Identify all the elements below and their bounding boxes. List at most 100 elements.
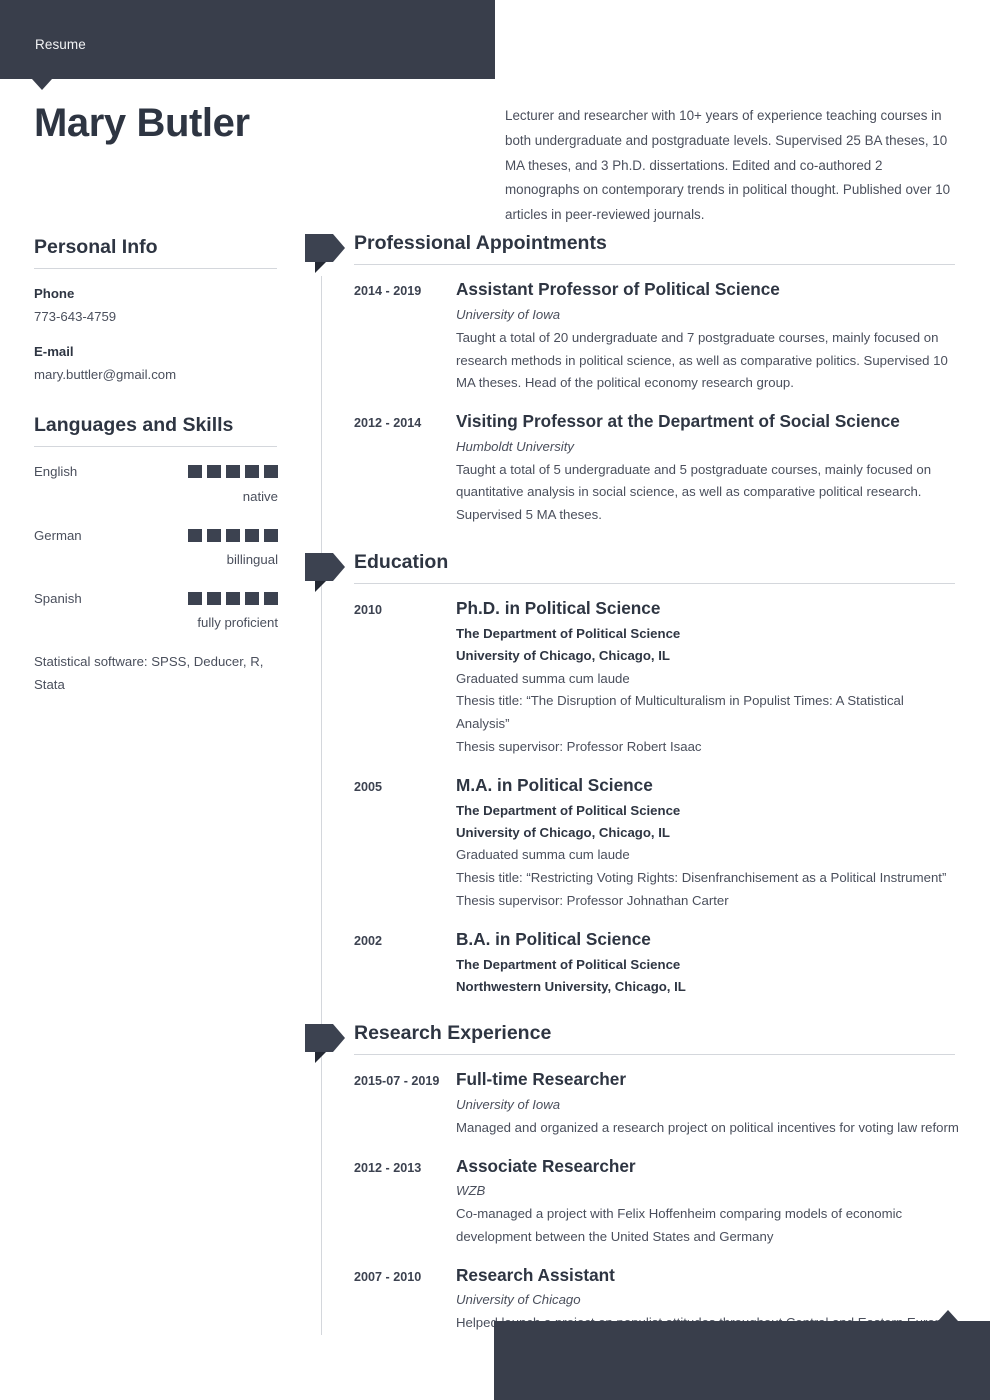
entry-institution: The Department of Political Science: [456, 956, 681, 972]
entry-date: 2005: [354, 779, 383, 794]
entry-body: M.A. in Political Science The Department …: [456, 773, 960, 913]
flag-fold-shape: [315, 262, 326, 273]
rating-square-filled: [245, 465, 259, 479]
rating-square-filled: [226, 591, 240, 605]
entry-description: Thesis title: “Restricting Voting Rights…: [456, 870, 947, 886]
language-level: native: [242, 488, 278, 504]
entry-date: 2014 - 2019: [354, 284, 422, 299]
languages-skills-divider: [34, 446, 277, 448]
flag-point-shape: [333, 234, 345, 262]
languages-skills-section: Languages and Skills English native German…: [34, 412, 278, 696]
entry-body: Associate Researcher WZB Co-managed a proj…: [456, 1154, 960, 1249]
rating-square-filled: [226, 528, 240, 542]
entry-description: Taught a total of 20 undergraduate and 7…: [456, 329, 948, 391]
entry-date: 2007 - 2010: [354, 1269, 422, 1284]
resume-page: Resume Mary Butler Lecturer and research…: [0, 0, 990, 1400]
language-row-top: Spanish: [34, 588, 278, 609]
resume-section: Research Experience 2015-07 - 2019 Full-ti…: [305, 1020, 960, 1335]
entry-body: B.A. in Political Science The Department …: [456, 927, 960, 998]
entry-title: B.A. in Political Science: [456, 928, 651, 949]
software-skills: Statistical software: SPSS, Deducer, R, …: [34, 654, 264, 692]
personal-info-heading: Personal Info: [34, 236, 158, 258]
personal-info-divider: [34, 268, 277, 270]
timeline-entry: 2015-07 - 2019 Full-time Researcher Univer…: [354, 1067, 960, 1139]
section-flag-icon: [305, 553, 345, 593]
entry-body: Full-time Researcher University of Iowa Ma…: [456, 1067, 960, 1139]
rating-square-filled: [207, 465, 221, 479]
main-content: Professional Appointments 2014 - 2019 Assi…: [305, 230, 960, 1335]
footer-band: [494, 1321, 990, 1400]
rating-square-filled: [264, 528, 278, 542]
language-rating-squares: [188, 591, 278, 605]
rating-square-filled: [188, 528, 202, 542]
entry-body: Assistant Professor of Political Science…: [456, 277, 960, 395]
entry-list: 2015-07 - 2019 Full-time Researcher Univer…: [354, 1055, 960, 1334]
language-row-top: German: [34, 525, 278, 546]
personal-info-section: Personal Info Phone 773-643-4759 E-mail …: [34, 234, 278, 386]
flag-point-shape: [333, 1023, 345, 1052]
rating-square-filled: [245, 528, 259, 542]
footer-notch-triangle-icon: [938, 1310, 958, 1321]
resume-section: Education 2010 Ph.D. in Political Science T…: [305, 549, 960, 998]
section-title: Professional Appointments: [354, 232, 607, 254]
entry-description: Taught a total of 5 undergraduate and 5 …: [456, 461, 932, 523]
language-level: fully proficient: [197, 615, 278, 630]
language-rating-squares: [188, 465, 278, 479]
rating-square-filled: [207, 591, 221, 605]
timeline-entry: 2014 - 2019 Assistant Professor of Politi…: [354, 277, 960, 395]
entry-organization: University of Chicago: [456, 1292, 581, 1308]
entry-title: Assistant Professor of Political Science: [456, 279, 780, 300]
rating-square-filled: [264, 465, 278, 479]
rating-square-filled: [226, 465, 240, 479]
languages-skills-heading: Languages and Skills: [34, 414, 234, 437]
entry-description: Graduated summa cum laude: [456, 847, 630, 863]
timeline-entry: 2010 Ph.D. in Political Science The Depart…: [354, 596, 960, 759]
phone-value[interactable]: 773-643-4759: [34, 306, 278, 328]
entry-institution: The Department of Political Science: [456, 626, 681, 642]
entry-date: 2002: [354, 933, 383, 948]
entry-institution: Northwestern University, Chicago, IL: [456, 978, 686, 994]
resume-section: Professional Appointments 2014 - 2019 Assi…: [305, 230, 960, 527]
entry-institution: The Department of Political Science: [456, 802, 681, 818]
section-title: Education: [354, 551, 449, 574]
sidebar: Personal Info Phone 773-643-4759 E-mail …: [34, 234, 278, 697]
header-label: Resume: [35, 37, 86, 52]
entry-body: Ph.D. in Political Science The Department…: [456, 596, 960, 759]
flag-body-shape: [305, 1023, 333, 1052]
rating-square-filled: [207, 528, 221, 542]
entry-list: 2010 Ph.D. in Political Science The Depart…: [354, 584, 960, 998]
rating-square-filled: [245, 591, 259, 605]
entry-title: Research Assistant: [456, 1264, 615, 1285]
entry-date: 2015-07 - 2019: [354, 1074, 440, 1089]
entry-description: Managed and organized a research project…: [456, 1119, 959, 1135]
timeline-entry: 2012 - 2014 Visiting Professor at the Dep…: [354, 409, 960, 527]
entry-description: Thesis supervisor: Professor Johnathan C…: [456, 892, 729, 908]
entry-date: 2012 - 2013: [354, 1160, 422, 1175]
professional-summary: Lecturer and researcher with 10+ years o…: [505, 108, 951, 223]
language-row: Spanish fully proficient: [34, 588, 278, 633]
flag-fold-shape: [315, 1051, 326, 1063]
section-flag-icon: [305, 234, 345, 273]
email-value[interactable]: mary.buttler@gmail.com: [34, 364, 278, 386]
flag-fold-shape: [315, 581, 326, 593]
entry-title: Visiting Professor at the Department of …: [456, 411, 900, 432]
language-name: English: [34, 464, 78, 480]
language-row: German billingual: [34, 525, 278, 570]
entry-organization: Humboldt University: [456, 439, 574, 455]
rating-square-filled: [188, 465, 202, 479]
flag-point-shape: [333, 553, 345, 582]
entry-date: 2010: [354, 603, 383, 618]
header-notch-triangle-icon: [32, 79, 52, 90]
entry-institution: University of Chicago, Chicago, IL: [456, 648, 670, 664]
flag-body-shape: [305, 553, 333, 582]
entry-title: Associate Researcher: [456, 1155, 636, 1176]
language-row: English native: [34, 461, 278, 506]
entry-description: Graduated summa cum laude: [456, 670, 630, 686]
entry-title: Ph.D. in Political Science: [456, 598, 661, 619]
phone-block: Phone 773-643-4759: [34, 283, 278, 328]
entry-description: Thesis title: “The Disruption of Multicu…: [456, 693, 904, 732]
entry-description: Thesis supervisor: Professor Robert Isaa…: [456, 739, 702, 755]
